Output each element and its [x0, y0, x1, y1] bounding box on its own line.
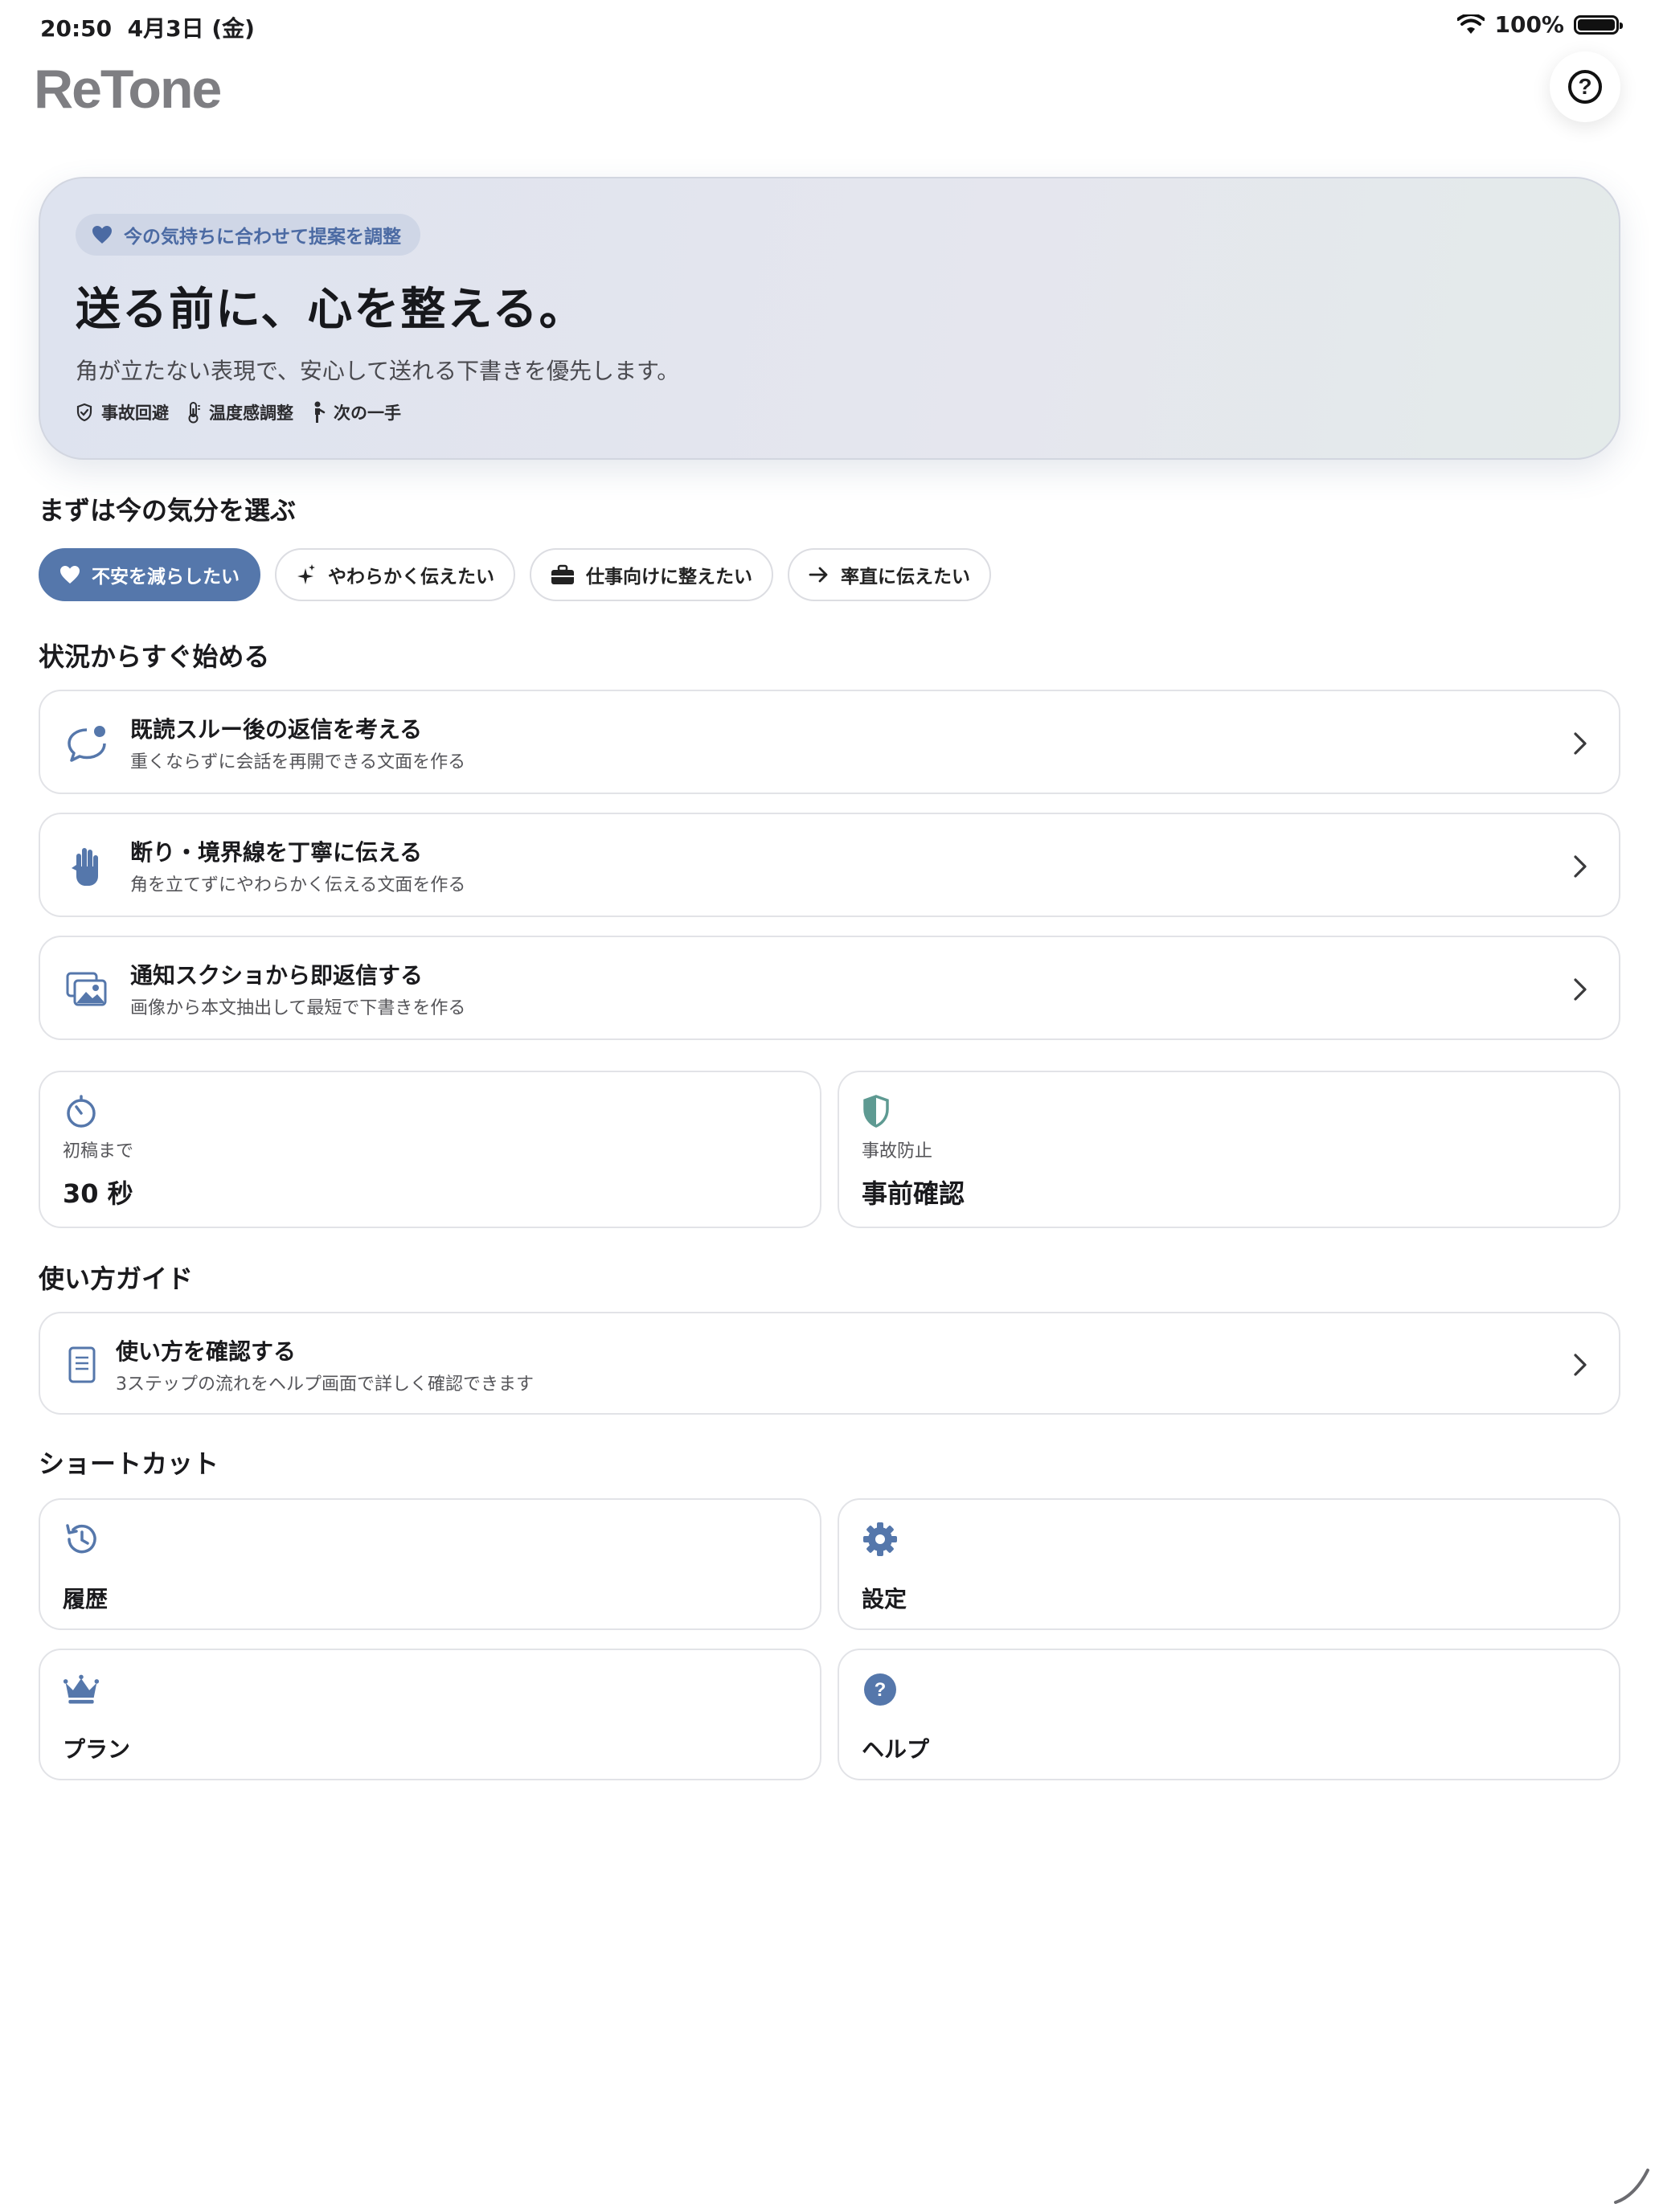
- situation-title: 断り・境界線を丁寧に伝える: [130, 839, 423, 866]
- hero-tags: 事故回避 温度感調整 次の一手: [76, 400, 401, 424]
- help-button[interactable]: ?: [1550, 51, 1620, 122]
- guide-section-title: 使い方ガイド: [39, 1264, 194, 1294]
- wifi-icon: [1457, 14, 1485, 34]
- hero-subtitle: 角が立たない表現で、安心して送れる下書きを優先します。: [76, 358, 680, 384]
- hero-tag-temperature: 温度感調整: [186, 400, 293, 424]
- chevron-right-icon: [1574, 732, 1587, 755]
- situation-title: 通知スクショから即返信する: [130, 962, 424, 989]
- mood-option-label: 不安を減らしたい: [92, 567, 240, 588]
- question-icon: ?: [1568, 70, 1602, 104]
- shortcut-help[interactable]: ? ヘルプ: [838, 1649, 1620, 1780]
- document-icon: [59, 1342, 104, 1387]
- guide-card[interactable]: 使い方を確認する 3ステップの流れをヘルプ画面で詳しく確認できます: [39, 1312, 1620, 1415]
- mood-option-direct[interactable]: 率直に伝えたい: [788, 548, 991, 601]
- chevron-right-icon: [1574, 855, 1587, 878]
- mood-option-label: 率直に伝えたい: [841, 567, 970, 588]
- situation-card-screenshot[interactable]: 通知スクショから即返信する 画像から本文抽出して最短で下書きを作る: [39, 936, 1620, 1040]
- shortcut-label: 履歴: [63, 1586, 109, 1612]
- chevron-right-icon: [1574, 1354, 1587, 1376]
- timer-icon: [67, 1095, 96, 1128]
- stat-value: 事前確認: [862, 1178, 965, 1209]
- mood-section-title: まずは今の気分を選ぶ: [39, 495, 297, 526]
- situations-section-title: 状況からすぐ始める: [39, 641, 270, 672]
- mood-option-label: やわらかく伝えたい: [328, 567, 494, 588]
- shield-check-icon: [76, 403, 92, 422]
- hero-tag-label: 次の一手: [334, 403, 401, 423]
- gear-icon: [863, 1522, 897, 1556]
- status-right: 100%: [1457, 11, 1623, 38]
- shortcut-plan[interactable]: プラン: [39, 1649, 821, 1780]
- stat-value: 30 秒: [63, 1178, 133, 1209]
- status-bar: 20:50 4月3日 (金) 100%: [0, 0, 1659, 51]
- pencil-mark-icon: [1614, 2169, 1649, 2204]
- photos-icon: [64, 967, 109, 1012]
- status-date-text: 4月3日 (金): [127, 15, 255, 42]
- shortcuts-section-title: ショートカット: [39, 1448, 219, 1479]
- guide-title: 使い方を確認する: [116, 1338, 297, 1365]
- stat-tile-accident-prevention: 事故防止 事前確認: [838, 1071, 1620, 1228]
- heart-icon: [60, 566, 80, 584]
- app-title: ReTone: [34, 59, 222, 120]
- mood-adjust-pill-label: 今の気持ちに合わせて提案を調整: [124, 227, 401, 248]
- hero-tag-accident: 事故回避: [76, 400, 169, 424]
- mood-option-label: 仕事向けに整えたい: [586, 567, 752, 588]
- hero-tag-label: 事故回避: [101, 403, 169, 423]
- mood-option-work[interactable]: 仕事向けに整えたい: [530, 548, 773, 601]
- shortcut-settings[interactable]: 設定: [838, 1498, 1620, 1630]
- shortcut-label: ヘルプ: [862, 1736, 930, 1763]
- shield-icon: [863, 1095, 889, 1128]
- mood-option-soft[interactable]: やわらかく伝えたい: [275, 548, 515, 601]
- thermometer-icon: [188, 402, 200, 424]
- stat-label: 事故防止: [862, 1141, 933, 1161]
- status-time: 20:50 4月3日 (金): [40, 11, 255, 43]
- situation-card-read-ignored[interactable]: 既読スルー後の返信を考える 重くならずに会話を再開できる文面を作る: [39, 690, 1620, 794]
- history-icon: [66, 1524, 96, 1554]
- arrow-right-icon: [809, 567, 828, 583]
- svg-text:?: ?: [875, 1679, 887, 1701]
- shortcut-label: プラン: [63, 1736, 131, 1763]
- shortcut-label: 設定: [862, 1586, 907, 1612]
- shortcut-history[interactable]: 履歴: [39, 1498, 821, 1630]
- walking-figure-icon: [314, 401, 326, 423]
- status-time-text: 20:50: [40, 15, 113, 42]
- hero-tag-label: 温度感調整: [209, 403, 293, 423]
- chat-bubble-icon: [64, 721, 109, 766]
- situation-title: 既読スルー後の返信を考える: [130, 716, 423, 743]
- situation-subtitle: 角を立てずにやわらかく伝える文面を作る: [130, 875, 466, 895]
- heart-icon: [92, 226, 112, 244]
- situation-card-boundary[interactable]: 断り・境界線を丁寧に伝える 角を立てずにやわらかく伝える文面を作る: [39, 813, 1620, 917]
- hand-icon: [64, 844, 109, 889]
- stat-label: 初稿まで: [63, 1141, 134, 1161]
- battery-percent: 100%: [1494, 11, 1564, 38]
- guide-subtitle: 3ステップの流れをヘルプ画面で詳しく確認できます: [116, 1374, 534, 1395]
- briefcase-icon: [551, 564, 574, 584]
- battery-icon: [1574, 14, 1623, 35]
- hero-card: 今の気持ちに合わせて提案を調整 送る前に、心を整える。 角が立たない表現で、安心…: [39, 177, 1620, 460]
- chevron-right-icon: [1574, 978, 1587, 1001]
- crown-icon: [63, 1674, 100, 1704]
- help-circle-icon: ?: [864, 1673, 896, 1706]
- hero-tag-next: 次の一手: [311, 400, 401, 424]
- mood-options: 不安を減らしたい やわらかく伝えたい 仕事向けに整えたい 率直に伝えたい: [39, 548, 991, 601]
- situation-subtitle: 重くならずに会話を再開できる文面を作る: [130, 752, 466, 772]
- hero-title: 送る前に、心を整える。: [76, 284, 586, 336]
- mood-adjust-pill: 今の気持ちに合わせて提案を調整: [76, 214, 420, 256]
- sparkle-icon: [297, 564, 315, 584]
- situation-subtitle: 画像から本文抽出して最短で下書きを作る: [130, 998, 466, 1018]
- mood-option-reduce-anxiety[interactable]: 不安を減らしたい: [39, 548, 260, 601]
- stat-tile-first-draft: 初稿まで 30 秒: [39, 1071, 821, 1228]
